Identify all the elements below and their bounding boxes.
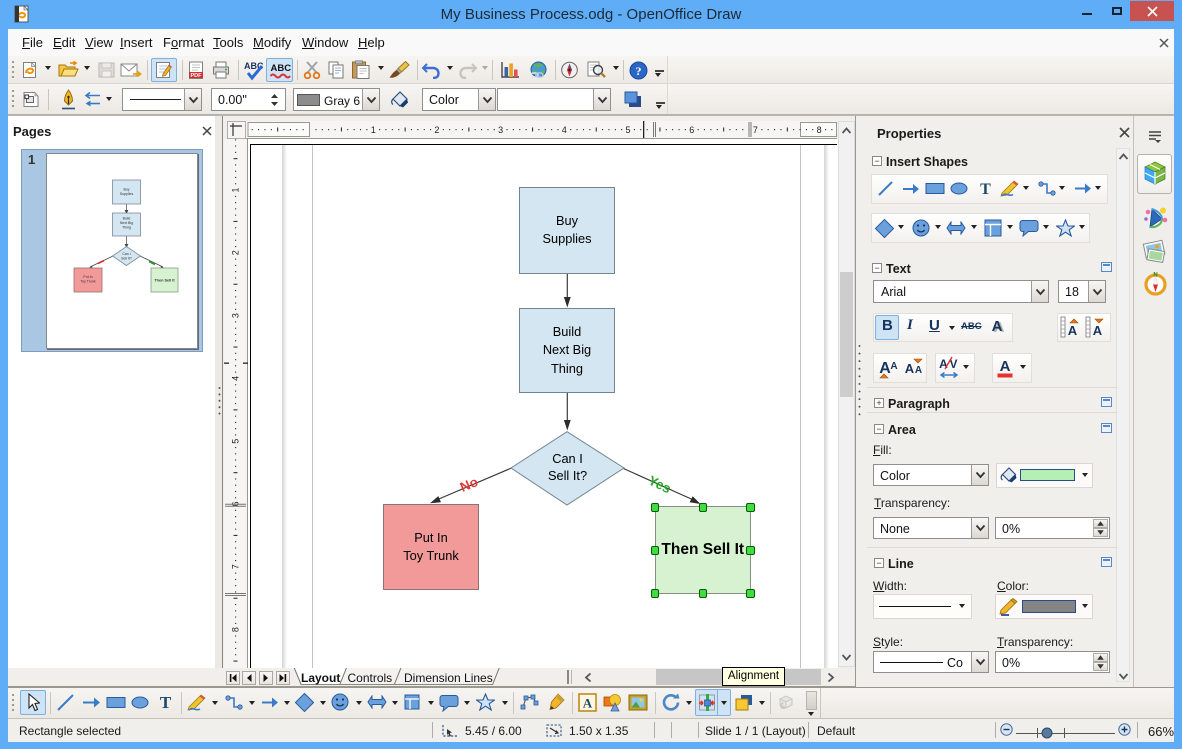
svg-text:Toy Trunk: Toy Trunk — [80, 280, 95, 284]
svg-text:3: 3 — [230, 313, 240, 318]
svg-text:7: 7 — [753, 125, 758, 135]
svg-text:A: A — [915, 365, 922, 376]
svg-text:PDF: PDF — [191, 73, 203, 79]
svg-text:8: 8 — [230, 627, 240, 632]
svg-text:3: 3 — [498, 125, 503, 135]
svg-text:4: 4 — [562, 125, 567, 135]
svg-text:?: ? — [636, 64, 642, 78]
svg-text:N: N — [1153, 273, 1157, 279]
svg-text:Build: Build — [123, 217, 131, 221]
svg-text:A: A — [583, 696, 593, 711]
svg-text:A: A — [939, 357, 948, 371]
svg-text:Put In: Put In — [83, 275, 92, 279]
svg-text:7: 7 — [230, 564, 240, 569]
svg-text:1: 1 — [230, 187, 240, 192]
svg-text:T: T — [980, 181, 991, 197]
svg-text:A: A — [1068, 323, 1078, 338]
svg-text:8: 8 — [817, 125, 822, 135]
svg-text:2: 2 — [230, 250, 240, 255]
svg-text:A: A — [905, 361, 915, 376]
svg-text:A: A — [1093, 323, 1103, 338]
svg-text:A: A — [890, 361, 897, 372]
svg-text:Supplies: Supplies — [120, 192, 134, 196]
svg-text:5: 5 — [625, 125, 630, 135]
svg-text:Then Sell It: Then Sell It — [154, 279, 175, 283]
svg-text:Thing: Thing — [122, 226, 131, 230]
svg-text:ABC: ABC — [271, 63, 292, 74]
svg-text:5: 5 — [230, 439, 240, 444]
svg-text:Sell It?: Sell It? — [121, 257, 132, 261]
svg-text:A: A — [1000, 358, 1011, 375]
svg-text:Buy: Buy — [123, 188, 129, 192]
svg-text:6: 6 — [689, 125, 694, 135]
svg-text:Can I: Can I — [122, 252, 130, 256]
svg-text:1: 1 — [371, 125, 376, 135]
svg-text:Next Big: Next Big — [120, 221, 133, 225]
svg-text:2: 2 — [434, 125, 439, 135]
svg-text:A: A — [992, 318, 1003, 335]
svg-text:4: 4 — [230, 376, 240, 381]
svg-text:T: T — [160, 693, 172, 712]
